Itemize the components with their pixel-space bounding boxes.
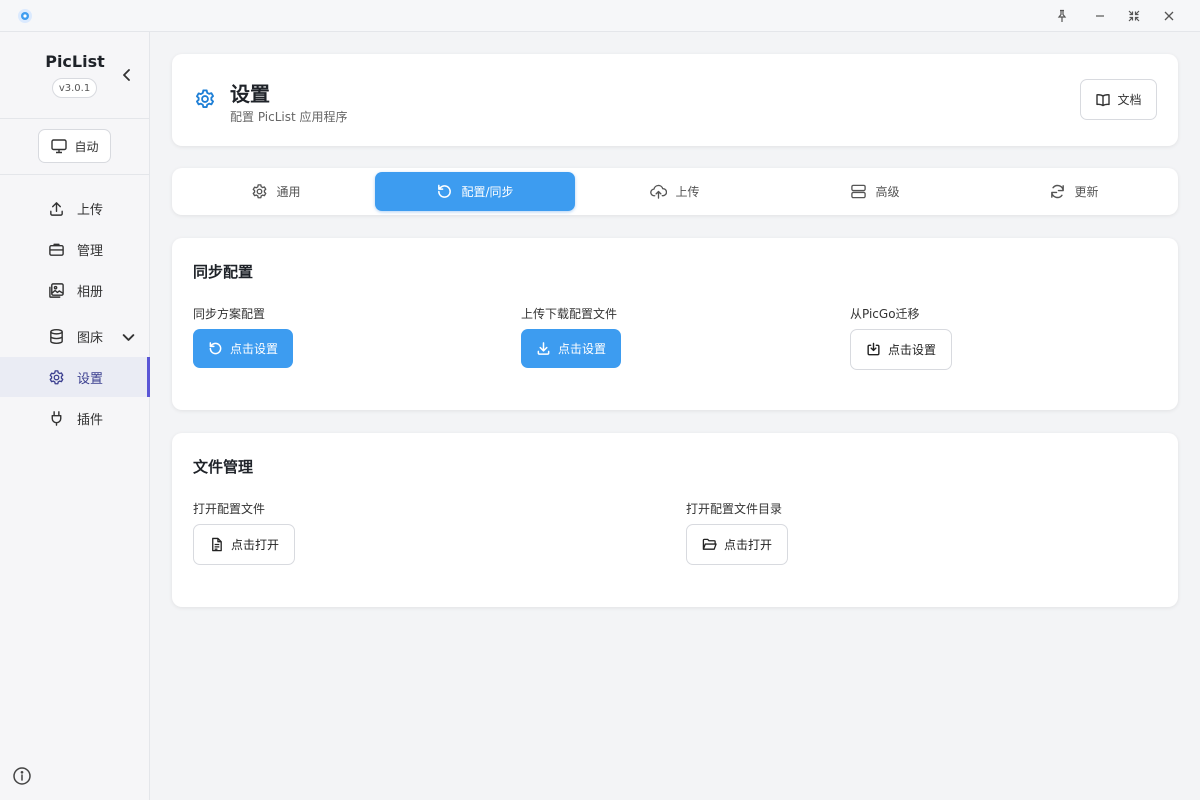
monitor-icon: [51, 139, 68, 154]
sidebar-item-manage[interactable]: 管理: [0, 229, 150, 269]
upload-download-config-button[interactable]: 点击设置: [521, 329, 621, 368]
theme-label: 自动: [74, 139, 99, 154]
tab-advanced[interactable]: 高级: [775, 172, 975, 211]
info-icon[interactable]: [12, 766, 32, 786]
sidebar-item-label: 相册: [77, 284, 104, 300]
tab-update[interactable]: 更新: [974, 172, 1174, 211]
sidebar-item-label: 图床: [77, 330, 104, 346]
undo-icon: [209, 342, 222, 355]
sidebar-item-picbed[interactable]: 图床: [0, 316, 150, 356]
sidebar-item-settings[interactable]: 设置: [0, 357, 150, 397]
docs-label: 文档: [1117, 93, 1142, 107]
app-logo-icon: [18, 9, 32, 23]
refresh-icon: [1051, 184, 1065, 199]
button-label: 点击设置: [887, 343, 936, 357]
section-title: 文件管理: [193, 458, 254, 476]
cloud-upload-icon: [650, 184, 668, 199]
tab-label: 配置/同步: [461, 185, 514, 199]
undo-icon: [438, 184, 452, 198]
sidebar-divider: [0, 118, 150, 119]
pin-icon: [1057, 9, 1067, 22]
open-config-file-button[interactable]: 点击打开: [193, 524, 295, 565]
sidebar-item-upload[interactable]: 上传: [0, 188, 150, 228]
chevron-down-icon: [122, 334, 135, 341]
database-icon: [50, 328, 63, 344]
title-bar: [0, 0, 1200, 32]
briefcase-icon: [49, 243, 64, 256]
collapse-sidebar-icon[interactable]: [118, 66, 136, 84]
page-title: 设置: [230, 82, 270, 106]
sidebar-item-plugins[interactable]: 插件: [0, 398, 150, 438]
file-text-icon: [212, 537, 222, 552]
settings-gear-icon: [196, 89, 214, 108]
theme-toggle-button[interactable]: 自动: [38, 129, 111, 163]
minimize-button[interactable]: [1088, 4, 1112, 28]
restore-icon: [1128, 10, 1140, 22]
download-icon: [537, 342, 550, 355]
tab-upload[interactable]: 上传: [575, 172, 775, 211]
field-label: 从PicGo迁移: [850, 307, 920, 321]
section-title: 同步配置: [193, 263, 254, 281]
tab-label: 上传: [675, 185, 700, 199]
sync-config-section: 同步配置 同步方案配置 点击设置 上传下载配置文件 点击设置 从PicGo迁移 …: [172, 238, 1178, 410]
tab-label: 更新: [1074, 185, 1099, 199]
server-icon: [851, 184, 867, 199]
field-label: 同步方案配置: [193, 307, 266, 321]
sync-scheme-button[interactable]: 点击设置: [193, 329, 293, 368]
button-label: 点击打开: [230, 538, 279, 552]
pin-button[interactable]: [1050, 4, 1074, 28]
minimize-icon: [1096, 15, 1104, 17]
plug-icon: [51, 410, 62, 426]
book-open-icon: [1096, 93, 1111, 106]
page-subtitle: 配置 PicList 应用程序: [230, 110, 348, 124]
restore-button[interactable]: [1122, 4, 1146, 28]
file-management-section: 文件管理 打开配置文件 点击打开 打开配置文件目录 点击打开: [172, 433, 1178, 607]
field-label: 打开配置文件: [193, 502, 266, 516]
sidebar-item-label: 设置: [77, 371, 104, 387]
sidebar: PicList v3.0.1 自动 上传 管理 相册 图床 设置 插件: [0, 32, 150, 800]
button-label: 点击设置: [229, 342, 278, 356]
gear-icon: [253, 184, 267, 199]
tab-label: 通用: [276, 185, 301, 199]
migrate-picgo-button[interactable]: 点击设置: [850, 329, 952, 370]
sidebar-item-label: 上传: [77, 202, 104, 218]
version-badge: v3.0.1: [52, 78, 97, 98]
upload-icon: [50, 201, 63, 216]
tab-config-sync[interactable]: 配置/同步: [375, 172, 575, 211]
sidebar-item-label: 插件: [77, 412, 104, 428]
page-header: 设置 配置 PicList 应用程序 文档: [172, 54, 1178, 146]
settings-tabs: 通用 配置/同步 上传 高级 更新: [172, 168, 1178, 215]
gear-icon: [49, 369, 64, 384]
open-config-dir-button[interactable]: 点击打开: [686, 524, 788, 565]
field-label: 打开配置文件目录: [686, 502, 783, 516]
sidebar-item-label: 管理: [77, 243, 104, 259]
sidebar-divider: [0, 174, 150, 175]
docs-button[interactable]: 文档: [1080, 79, 1157, 120]
sidebar-item-gallery[interactable]: 相册: [0, 270, 150, 310]
folder-open-icon: [702, 538, 717, 550]
import-icon: [867, 342, 880, 356]
tab-general[interactable]: 通用: [176, 172, 376, 211]
gallery-icon: [49, 282, 64, 298]
close-button[interactable]: [1157, 4, 1181, 28]
field-label: 上传下载配置文件: [521, 307, 618, 321]
button-label: 点击设置: [557, 342, 606, 356]
button-label: 点击打开: [723, 538, 772, 552]
close-icon: [1164, 11, 1174, 21]
tab-label: 高级: [875, 185, 900, 199]
